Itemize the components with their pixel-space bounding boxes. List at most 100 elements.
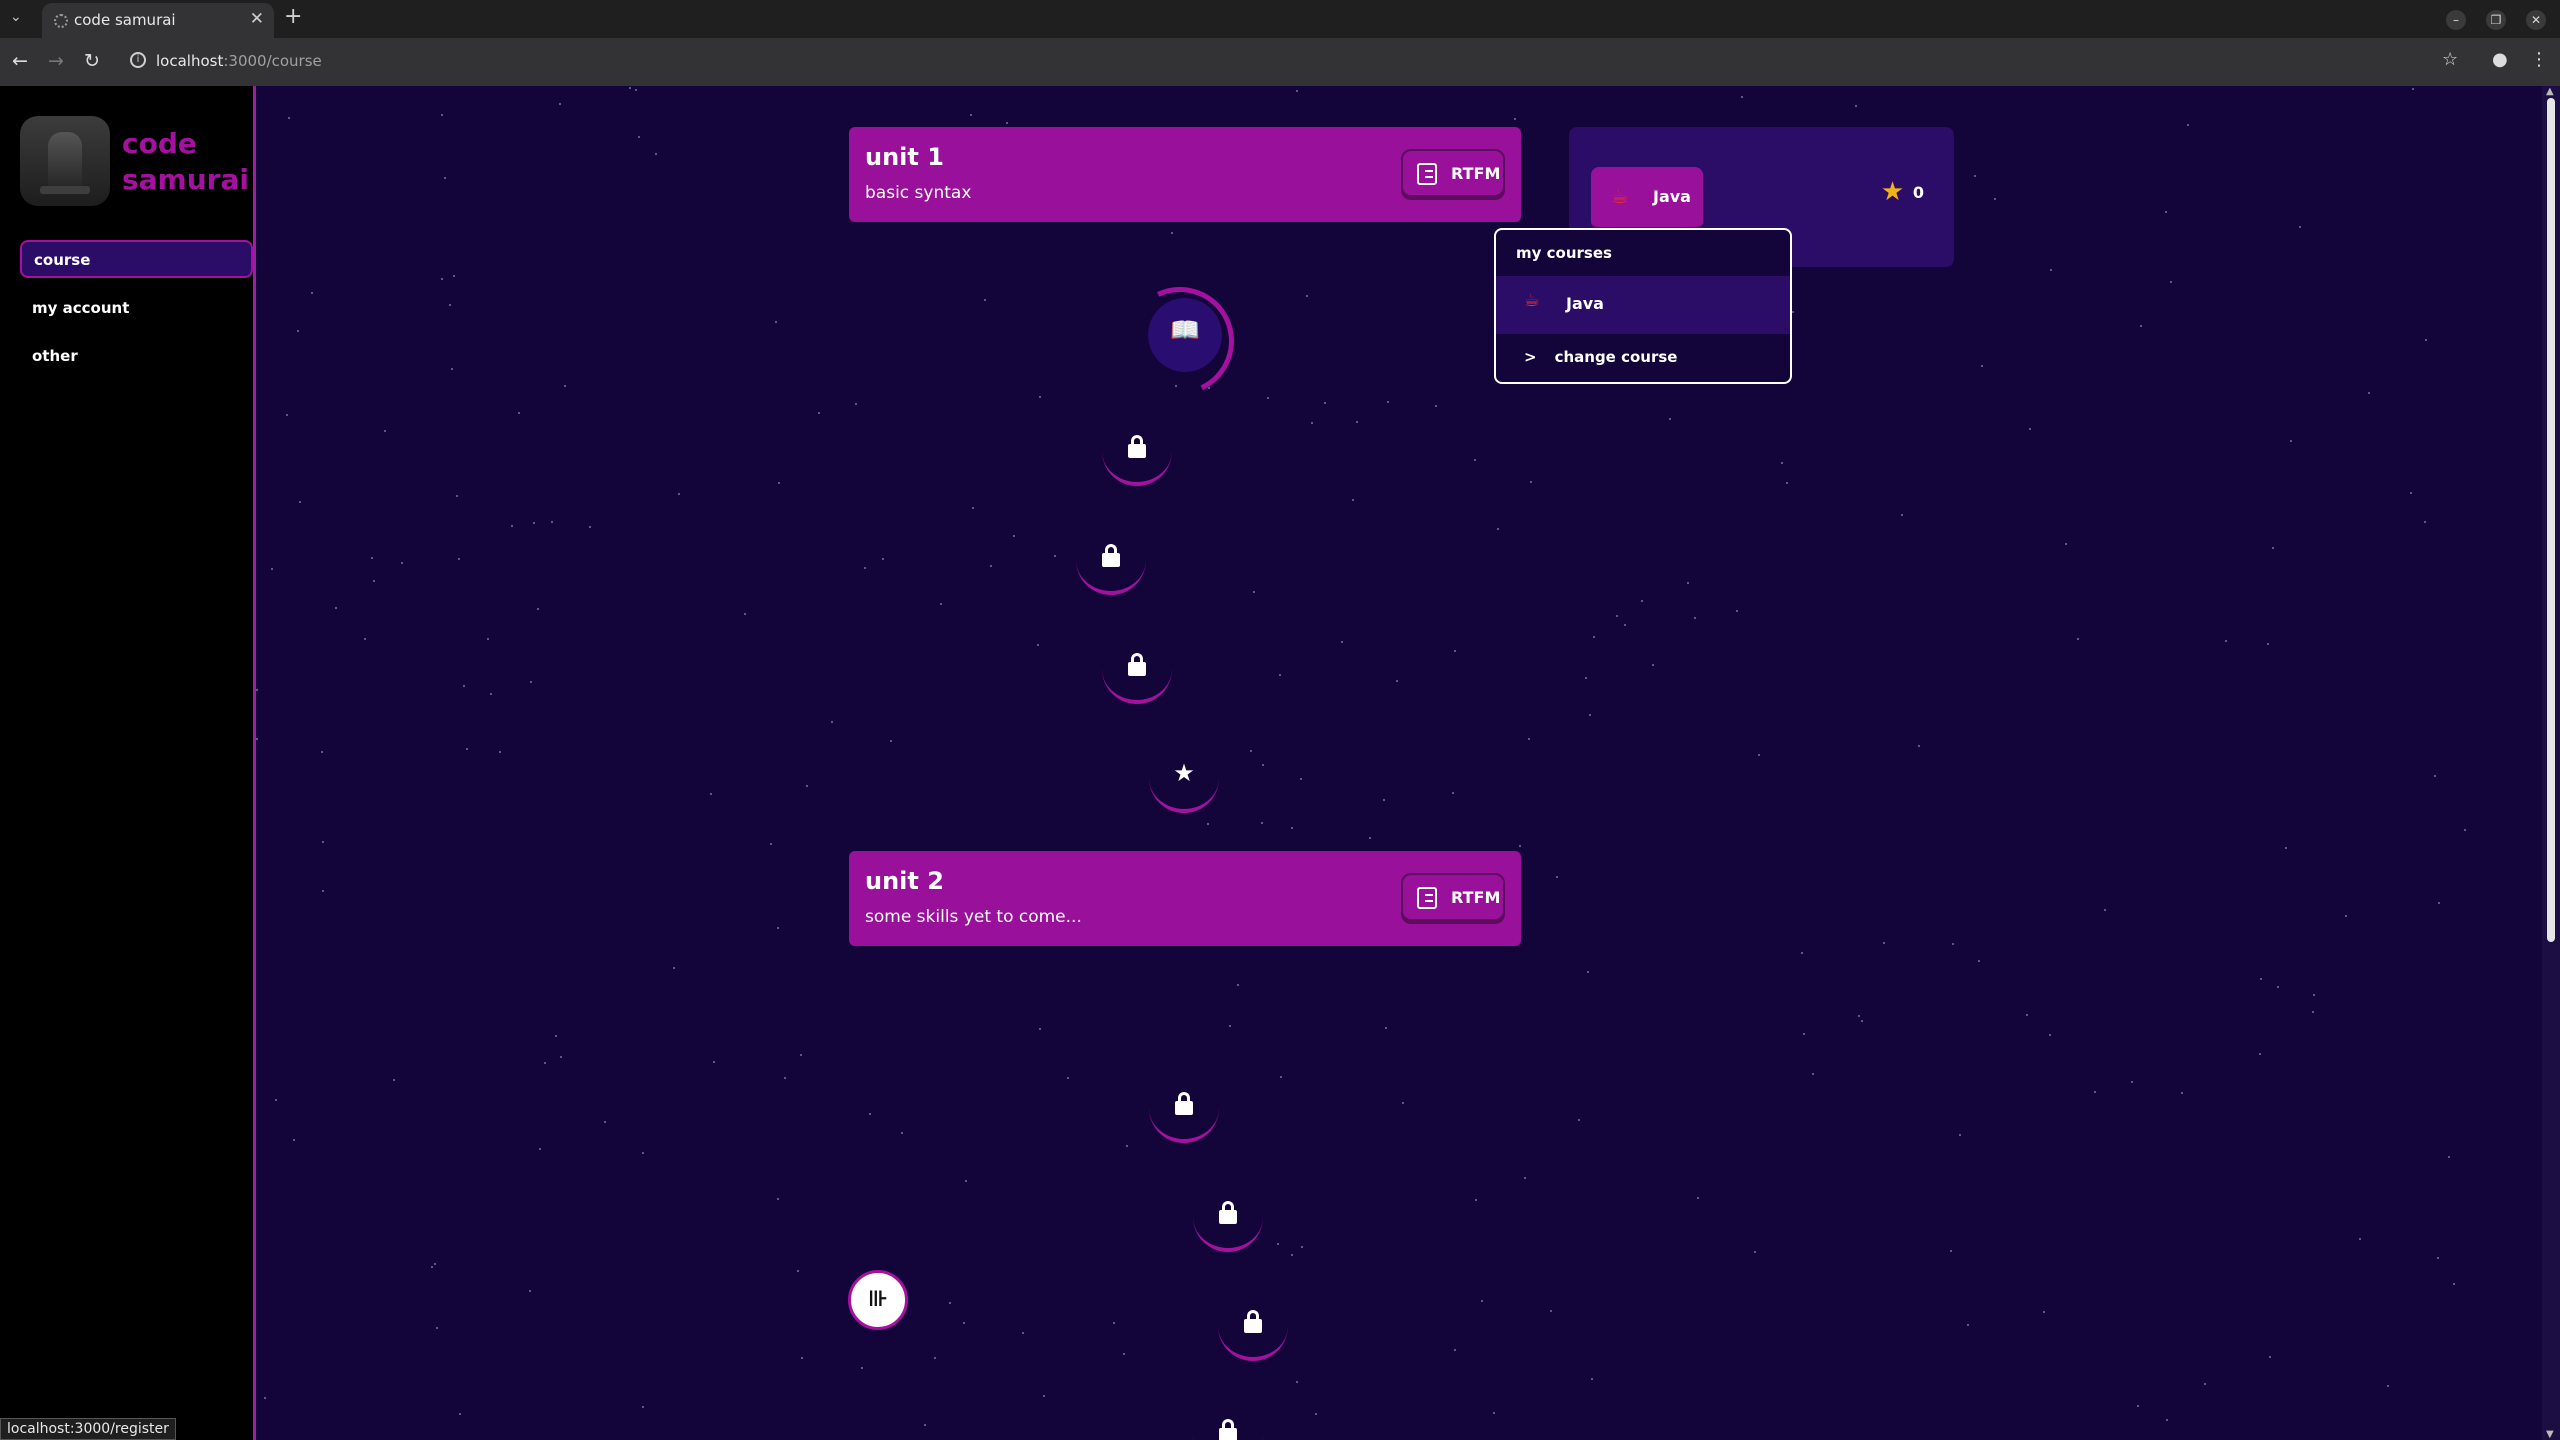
close-tab-icon[interactable]: ✕ xyxy=(250,9,264,29)
star-dot xyxy=(869,1113,871,1115)
star-dot xyxy=(1591,1378,1593,1380)
star-dot xyxy=(1291,827,1293,829)
lesson-node-locked[interactable] xyxy=(1218,1291,1288,1361)
samurai-logo xyxy=(20,116,110,206)
star-dot xyxy=(972,507,974,509)
lesson-node-star[interactable]: ★ xyxy=(1149,743,1219,813)
star-dot xyxy=(1475,1199,1477,1201)
star-dot xyxy=(1474,459,1476,461)
star-dot xyxy=(1454,1349,1456,1351)
star-dot xyxy=(322,890,324,892)
star-dot xyxy=(2448,1156,2450,1158)
star-dot xyxy=(2437,1257,2439,1259)
star-dot xyxy=(1697,1197,1699,1199)
star-dot xyxy=(2425,339,2427,341)
sidebar-item-my-account[interactable]: my account xyxy=(20,289,253,327)
star-dot xyxy=(1589,714,1591,716)
star-dot xyxy=(855,403,857,405)
star-dot xyxy=(1792,311,1794,313)
star-dot xyxy=(901,1132,903,1134)
star-dot xyxy=(949,1302,951,1304)
star-dot xyxy=(1291,1254,1293,1256)
browser-tab[interactable]: code samurai ✕ xyxy=(42,3,274,38)
address-bar[interactable]: i localhost:3000/course xyxy=(122,45,2422,79)
practice-dumbbell-button[interactable]: ⊪ xyxy=(848,1270,908,1330)
star-dot xyxy=(629,87,631,89)
star-dot xyxy=(271,568,273,570)
scroll-up-icon[interactable]: ▲ xyxy=(2546,86,2554,97)
star-dot xyxy=(1587,971,1589,973)
star-dot xyxy=(1978,960,1980,962)
sidebar-item-other[interactable]: other xyxy=(20,337,253,375)
star-dot xyxy=(1641,600,1643,602)
star-dot xyxy=(1452,792,1454,794)
page-scrollbar[interactable]: ▲ ▼ xyxy=(2542,86,2560,1440)
star-dot xyxy=(1550,1310,1552,1312)
star-dot xyxy=(800,1054,802,1056)
star-dot xyxy=(1022,1332,1024,1334)
tab-list-chevron-icon[interactable]: ⌄ xyxy=(10,9,22,25)
star-dot xyxy=(2204,1383,2206,1385)
star-dot xyxy=(1883,942,1885,944)
brand-name: code samurai xyxy=(122,127,249,196)
star-dot xyxy=(642,1152,644,1154)
star-dot xyxy=(1277,1243,1279,1245)
star-dot xyxy=(1039,396,1041,398)
star-dot xyxy=(1694,617,1696,619)
star-dot xyxy=(256,738,258,740)
reload-icon[interactable]: ↻ xyxy=(84,50,100,72)
lesson-node-locked[interactable] xyxy=(1193,1182,1263,1252)
star-dot xyxy=(1687,582,1689,584)
bookmark-star-icon[interactable]: ☆ xyxy=(2442,49,2458,70)
star-dot xyxy=(1171,232,1173,234)
back-arrow-icon[interactable]: ← xyxy=(12,50,28,72)
star-dot xyxy=(1981,365,1983,367)
star-dot xyxy=(882,558,884,560)
star-dot xyxy=(264,1397,266,1399)
star-dot xyxy=(818,412,820,414)
restore-icon[interactable]: ❐ xyxy=(2486,10,2506,30)
scrollbar-thumb[interactable] xyxy=(2547,98,2555,942)
star-dot xyxy=(1296,1381,1298,1383)
star-dot xyxy=(2464,829,2466,831)
star-dot xyxy=(1578,1119,1580,1121)
lesson-node-current[interactable]: 📖 xyxy=(1148,298,1222,372)
sidebar-item-label: my account xyxy=(32,299,130,317)
forward-arrow-icon[interactable]: → xyxy=(48,50,64,72)
lesson-node-locked[interactable] xyxy=(1193,1400,1263,1440)
star-dot xyxy=(2299,226,2301,228)
profile-icon[interactable]: ● xyxy=(2492,49,2508,70)
rtfm-button[interactable]: RTFM xyxy=(1401,873,1505,921)
new-tab-icon[interactable]: + xyxy=(284,4,302,29)
star-dot xyxy=(511,525,513,527)
lesson-node-locked[interactable] xyxy=(1076,525,1146,595)
tab-title: code samurai xyxy=(74,11,176,29)
minimize-icon[interactable]: – xyxy=(2446,10,2466,30)
browser-menu-icon[interactable]: ⋮ xyxy=(2530,49,2548,70)
lesson-node-locked[interactable] xyxy=(1102,416,1172,486)
star-dot xyxy=(1497,528,1499,530)
star-dot xyxy=(1352,499,1354,501)
star-dot xyxy=(1311,422,1313,424)
change-course-link[interactable]: > change course xyxy=(1524,348,1677,366)
star-dot xyxy=(2277,986,2279,988)
dropdown-header: my courses xyxy=(1516,244,1612,262)
scroll-down-icon[interactable]: ▼ xyxy=(2546,1429,2554,1440)
sidebar-item-course[interactable]: course xyxy=(20,240,253,278)
course-selector-button[interactable]: ☕ Java xyxy=(1591,167,1703,230)
site-info-icon[interactable]: i xyxy=(130,52,146,68)
star-dot xyxy=(2050,269,2052,271)
open-book-icon: 📖 xyxy=(1170,316,1200,344)
star-dot xyxy=(642,1406,644,1408)
course-option-java[interactable]: ☕ Java xyxy=(1496,276,1790,334)
notebook-icon xyxy=(1417,163,1437,185)
lesson-node-locked[interactable] xyxy=(1149,1073,1219,1143)
lesson-node-locked[interactable] xyxy=(1102,634,1172,704)
rtfm-button[interactable]: RTFM xyxy=(1401,149,1505,197)
star-dot xyxy=(655,153,657,155)
star-dot xyxy=(564,385,566,387)
url-text: localhost:3000/course xyxy=(156,52,322,70)
star-dot xyxy=(2181,1092,2183,1094)
star-dot xyxy=(1250,750,1252,752)
close-window-icon[interactable]: ✕ xyxy=(2526,10,2546,30)
